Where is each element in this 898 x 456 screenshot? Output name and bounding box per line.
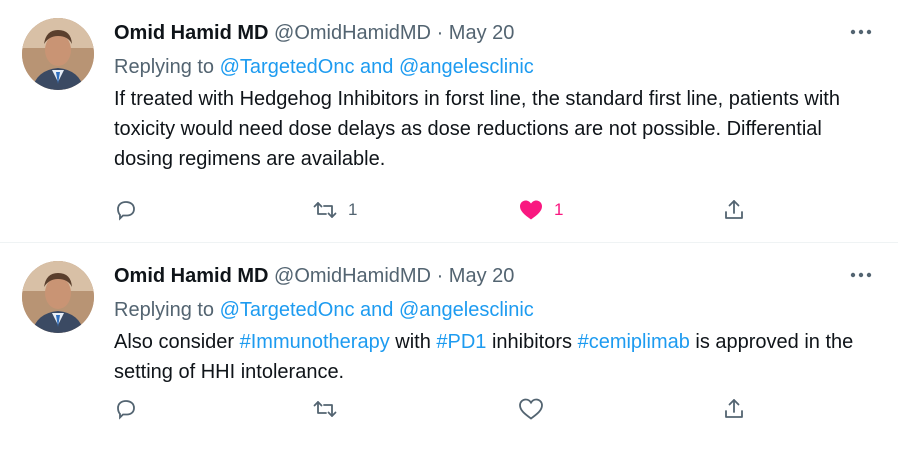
avatar[interactable] (22, 18, 94, 90)
share-icon (722, 198, 746, 222)
hashtag-link[interactable]: #PD1 (436, 331, 486, 353)
tweet-date[interactable]: May 20 (449, 22, 515, 44)
like-button[interactable]: 1 (518, 190, 563, 230)
text-segment: with (389, 331, 437, 353)
text-segment: Also consider (114, 331, 240, 353)
hashtag-link[interactable]: #Immunotherapy (240, 331, 390, 353)
share-button[interactable] (722, 389, 746, 429)
tweet[interactable]: Omid Hamid MD @OmidHamidMD · May 20 Repl… (0, 0, 898, 243)
reply-handle-link[interactable]: @TargetedOnc (220, 56, 355, 78)
share-button[interactable] (722, 190, 746, 230)
retweet-button[interactable]: 1 (312, 190, 357, 230)
tweet-header: Omid Hamid MD @OmidHamidMD · May 20 (114, 18, 858, 48)
retweet-button[interactable] (312, 389, 348, 429)
author-handle[interactable]: @OmidHamidMD (274, 265, 431, 287)
tweet-date[interactable]: May 20 (449, 265, 515, 287)
reply-handle-link[interactable]: @angelesclinic (399, 299, 534, 321)
tweet-text: If treated with Hedgehog Inhibitors in f… (114, 88, 840, 170)
share-icon (722, 397, 746, 421)
reply-icon (114, 198, 138, 222)
avatar[interactable] (22, 261, 94, 333)
heart-icon (518, 198, 544, 222)
tweet-text: Also consider #Immunotherapy with #PD1 i… (114, 327, 858, 387)
like-button[interactable] (518, 389, 554, 429)
replying-to: Replying to @TargetedOnc and @angelescli… (114, 295, 858, 325)
reply-handle-link[interactable]: @TargetedOnc (220, 299, 355, 321)
tweet-actions (114, 389, 774, 429)
separator: · (436, 22, 444, 44)
replying-prefix: Replying to (114, 56, 215, 78)
retweet-count: 1 (348, 200, 358, 219)
reply-and[interactable]: and (360, 299, 393, 321)
separator: · (436, 265, 444, 287)
reply-button[interactable] (114, 190, 138, 230)
more-horizontal-icon[interactable] (846, 265, 876, 285)
tweet-header: Omid Hamid MD @OmidHamidMD · May 20 (114, 261, 858, 291)
reply-button[interactable] (114, 389, 138, 429)
author-name[interactable]: Omid Hamid MD (114, 22, 268, 44)
hashtag-link[interactable]: #cemiplimab (578, 331, 690, 353)
replying-prefix: Replying to (114, 299, 215, 321)
author-name[interactable]: Omid Hamid MD (114, 265, 268, 287)
reply-and[interactable]: and (360, 56, 393, 78)
like-count: 1 (554, 200, 564, 219)
author-handle[interactable]: @OmidHamidMD (274, 22, 431, 44)
reply-handle-link[interactable]: @angelesclinic (399, 56, 534, 78)
text-segment: inhibitors (486, 331, 578, 353)
tweet-actions: 1 1 (114, 190, 774, 230)
tweet[interactable]: Omid Hamid MD @OmidHamidMD · May 20 Repl… (0, 243, 898, 456)
replying-to: Replying to @TargetedOnc and @angelescli… (114, 52, 858, 82)
more-horizontal-icon[interactable] (846, 22, 876, 42)
reply-icon (114, 397, 138, 421)
heart-icon (518, 397, 544, 421)
retweet-icon (312, 198, 338, 222)
retweet-icon (312, 397, 338, 421)
